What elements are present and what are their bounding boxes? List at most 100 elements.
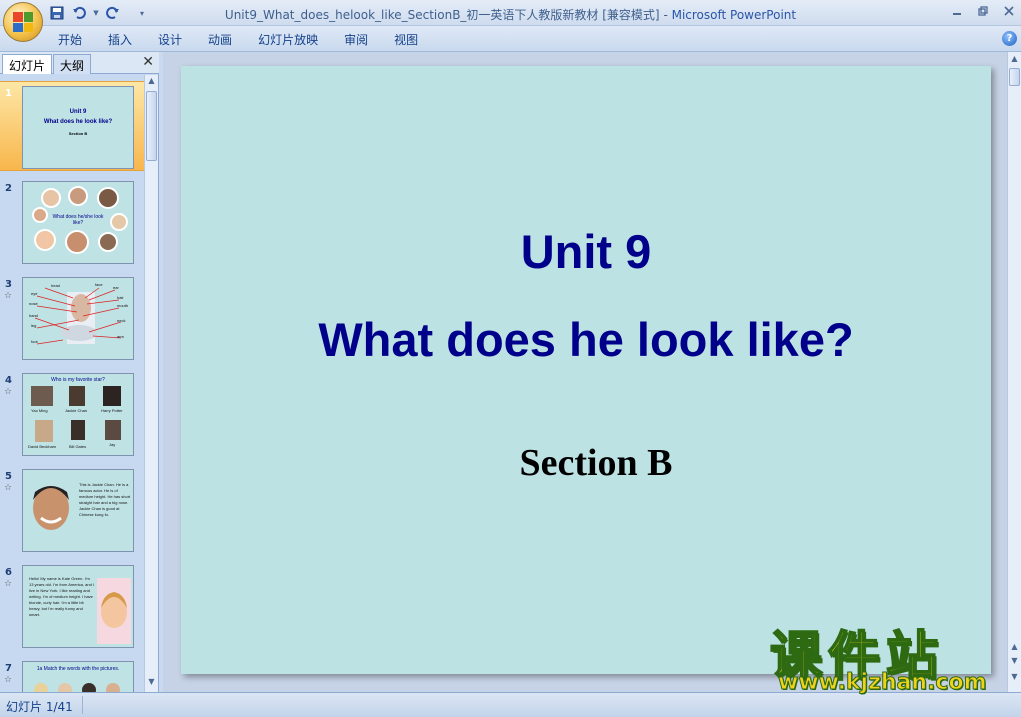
thumbnail-list: 1 Unit 9 What does he look like? Section… bbox=[0, 75, 144, 692]
thumbnail-title: Unit 9 bbox=[69, 109, 87, 115]
star-name: Jay bbox=[109, 442, 116, 447]
window-controls bbox=[949, 3, 1017, 19]
slide-main-title[interactable]: What does he look like? bbox=[181, 312, 991, 367]
status-divider bbox=[82, 696, 83, 714]
app-name: Microsoft PowerPoint bbox=[671, 8, 797, 22]
thumbnail-number: 5 bbox=[5, 471, 12, 482]
title-separator: - bbox=[659, 8, 672, 22]
thumbnail-number: 1 bbox=[5, 88, 12, 99]
thumbnail-subtitle: What does he look like? bbox=[43, 119, 113, 125]
ribbon-tabs: 开始 插入 设计 动画 幻灯片放映 审阅 视图 ? bbox=[0, 26, 1021, 52]
label-face: face bbox=[95, 282, 103, 287]
label-arm: arm bbox=[117, 334, 124, 339]
thumbnail-text: 1a Match the words with the pictures. bbox=[36, 666, 120, 672]
slide-section-subtitle[interactable]: Section B bbox=[181, 441, 1011, 485]
thumbnail-slide-7[interactable]: 1a Match the words with the pictures. bbox=[22, 661, 134, 692]
close-icon bbox=[1004, 6, 1014, 16]
thumbnail-slide-6[interactable]: Hello! My name is Kate Green. I'm 13 yea… bbox=[22, 565, 134, 648]
tab-view[interactable]: 视图 bbox=[394, 31, 418, 48]
office-logo-icon bbox=[13, 12, 33, 32]
thumbnail-number: 2 bbox=[5, 183, 12, 194]
thumbnail-row-3[interactable]: 3 ☆ head face ear eye nose hair mouth ha… bbox=[0, 273, 144, 363]
minimize-icon bbox=[953, 13, 961, 15]
thumbnail-slide-2[interactable]: What does he/she look like? bbox=[22, 181, 134, 264]
thumbnail-title: Who is my favorite star? bbox=[51, 377, 105, 383]
scroll-up-icon[interactable]: ▲ bbox=[145, 76, 158, 90]
label-neck: neck bbox=[117, 318, 126, 323]
thumbnail-text: What does he/she look like? bbox=[52, 214, 104, 226]
thumbnail-slide-4[interactable]: Who is my favorite star? Yao Ming Jackie… bbox=[22, 373, 134, 456]
animation-icon: ☆ bbox=[4, 483, 13, 493]
restore-button[interactable] bbox=[975, 3, 991, 19]
thumbnail-row-1[interactable]: 1 Unit 9 What does he look like? Section… bbox=[0, 81, 144, 171]
matching-pictures-image bbox=[34, 683, 120, 692]
label-eye: eye bbox=[31, 291, 38, 296]
slide-unit-title[interactable]: Unit 9 bbox=[181, 224, 991, 279]
office-button[interactable] bbox=[3, 2, 43, 42]
current-slide[interactable]: Unit 9 What does he look like? Section B bbox=[181, 66, 991, 674]
thumbnail-section: Section B bbox=[68, 131, 88, 136]
tab-slide-show[interactable]: 幻灯片放映 bbox=[258, 31, 318, 48]
thumbnail-row-6[interactable]: 6 ☆ Hello! My name is Kate Green. I'm 13… bbox=[0, 561, 144, 651]
animation-icon: ☆ bbox=[4, 387, 13, 397]
tab-review[interactable]: 审阅 bbox=[344, 31, 368, 48]
slide-counter: 幻灯片 1/41 bbox=[6, 700, 73, 714]
animation-icon: ☆ bbox=[4, 675, 13, 685]
close-pane-icon[interactable]: ✕ bbox=[142, 54, 154, 70]
thumbnail-text: Hello! My name is Kate Green. I'm 13 yea… bbox=[29, 576, 95, 617]
scrollbar-thumb[interactable] bbox=[146, 91, 157, 161]
slide-scrollbar[interactable]: ▲ ▲ ▼ ▼ bbox=[1007, 52, 1021, 692]
watermark-url: www.kjzhan.com bbox=[778, 670, 988, 696]
girl-photo-image bbox=[97, 578, 131, 644]
close-window-button[interactable] bbox=[1001, 3, 1017, 19]
tab-home[interactable]: 开始 bbox=[58, 31, 82, 48]
star-name: Jackie Chan bbox=[65, 408, 88, 413]
label-mouth: mouth bbox=[117, 303, 129, 308]
thumbnail-row-2[interactable]: 2 What does he/she look like? bbox=[0, 177, 144, 267]
thumbnail-row-5[interactable]: 5 ☆ This is Jackie Chan. He is a famous … bbox=[0, 465, 144, 555]
star-name: David Beckham bbox=[28, 444, 57, 449]
thumbnail-number: 3 bbox=[5, 279, 12, 290]
star-name: Yao Ming bbox=[31, 408, 48, 413]
status-bar: 幻灯片 1/41 bbox=[0, 692, 1021, 717]
label-ear: ear bbox=[113, 285, 119, 290]
thumbnail-number: 7 bbox=[5, 663, 12, 674]
animation-icon: ☆ bbox=[4, 579, 13, 589]
tab-animations[interactable]: 动画 bbox=[208, 31, 232, 48]
thumbnail-number: 4 bbox=[5, 375, 12, 386]
thumbnail-scrollbar[interactable]: ▲ ▼ bbox=[144, 75, 158, 692]
thumbnail-slide-5[interactable]: This is Jackie Chan. He is a famous acto… bbox=[22, 469, 134, 552]
thumbnail-slide-3[interactable]: head face ear eye nose hair mouth hand n… bbox=[22, 277, 134, 360]
portrait-image bbox=[33, 486, 69, 530]
restore-icon bbox=[978, 6, 988, 16]
tab-insert[interactable]: 插入 bbox=[108, 31, 132, 48]
label-foot: foot bbox=[31, 339, 38, 344]
help-icon[interactable]: ? bbox=[1002, 31, 1017, 46]
scroll-down-icon[interactable]: ▼ bbox=[145, 677, 158, 691]
star-name: Bill Gates bbox=[69, 444, 87, 449]
scrollbar-thumb[interactable] bbox=[1009, 68, 1020, 86]
thumbnail-number: 6 bbox=[5, 567, 12, 578]
label-head: head bbox=[51, 283, 60, 288]
label-nose: nose bbox=[29, 301, 38, 306]
animation-icon: ☆ bbox=[4, 291, 13, 301]
watermark-logo: 课件站 www.kjzhan.com bbox=[769, 614, 1010, 696]
label-leg: leg bbox=[31, 323, 37, 328]
slides-pane: 幻灯片 大纲 ✕ 1 Unit 9 What does he look like… bbox=[0, 52, 159, 692]
thumbnail-text: This is Jackie Chan. He is a famous acto… bbox=[79, 482, 131, 517]
tab-outline[interactable]: 大纲 bbox=[53, 54, 92, 74]
thumbnail-row-7[interactable]: 7 ☆ 1a Match the words with the pictures… bbox=[0, 657, 144, 692]
slide-editor: Unit 9 What does he look like? Section B bbox=[163, 52, 1007, 692]
thumbnail-row-4[interactable]: 4 ☆ Who is my favorite star? Yao Ming Ja… bbox=[0, 369, 144, 459]
minimize-button[interactable] bbox=[949, 3, 965, 19]
pane-tabs: 幻灯片 大纲 ✕ bbox=[0, 52, 159, 74]
tab-slides[interactable]: 幻灯片 bbox=[2, 54, 53, 74]
label-hand: hand bbox=[29, 313, 38, 318]
star-name: Harry Potter bbox=[101, 408, 123, 413]
scroll-up-icon[interactable]: ▲ bbox=[1008, 54, 1021, 63]
thumbnail-slide-1[interactable]: Unit 9 What does he look like? Section B bbox=[22, 86, 134, 169]
title-bar: ▼ ▾ Unit9_What_does_helook_like_SectionB… bbox=[0, 0, 1021, 26]
label-hair: hair bbox=[117, 295, 124, 300]
tab-design[interactable]: 设计 bbox=[158, 31, 182, 48]
window-title: Unit9_What_does_helook_like_SectionB_初一英… bbox=[0, 6, 1021, 23]
